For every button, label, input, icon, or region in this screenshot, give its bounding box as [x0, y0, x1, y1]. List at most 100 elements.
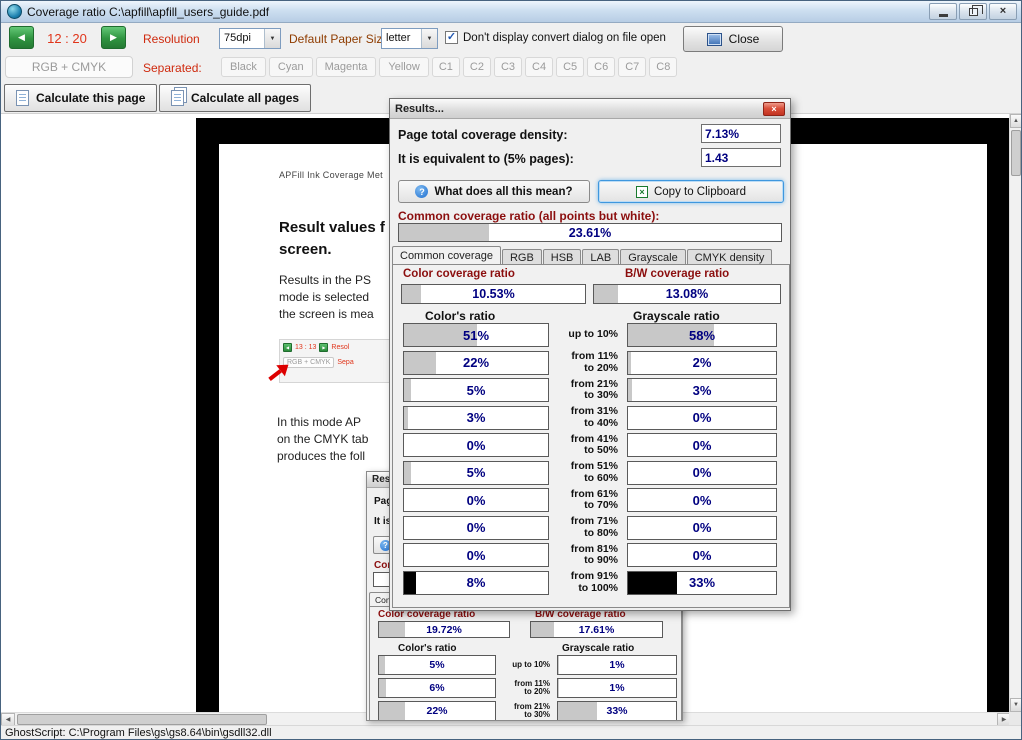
color-bar: 22%: [403, 351, 549, 375]
separated-label: Separated:: [143, 61, 202, 75]
mini-forward-icon: ▶: [319, 343, 328, 352]
copy-to-clipboard-button[interactable]: × Copy to Clipboard: [598, 180, 784, 203]
results-dialog-title: Results...: [395, 103, 763, 115]
down-arrow-icon: ▼: [1013, 702, 1019, 708]
bw-ratio-label: B/W coverage ratio: [625, 268, 729, 280]
ratio-row: 0% from 61%to 70% 0%: [403, 488, 789, 512]
tab-rgb[interactable]: RGB: [502, 249, 542, 264]
multiple-pages-icon: [171, 90, 184, 106]
calculate-all-pages-button[interactable]: Calculate all pages: [159, 84, 311, 112]
grayscale-bar: 58%: [627, 323, 777, 347]
grayscale-bar: 1%: [557, 678, 677, 698]
bg-grayscale-ratio-header: Grayscale ratio: [562, 643, 634, 654]
close-icon: ×: [1000, 6, 1006, 17]
channel-magenta-button[interactable]: Magenta: [316, 57, 377, 77]
ratio-row: 5% from 21%to 30% 3%: [403, 378, 789, 402]
minimize-button[interactable]: [929, 3, 957, 20]
vertical-scroll-thumb[interactable]: [1011, 130, 1021, 176]
help-button[interactable]: ? What does all this mean?: [398, 180, 590, 203]
channel-black-button[interactable]: Black: [221, 57, 266, 77]
range-label: from 11%to 20%: [549, 351, 623, 374]
density-value-field[interactable]: 7.13%: [701, 124, 781, 143]
window-controls: ×: [929, 3, 1017, 20]
tab-common-coverage[interactable]: Common coverage: [392, 246, 501, 264]
rgb-cmyk-mode-button[interactable]: RGB + CMYK: [5, 56, 133, 78]
maximize-button[interactable]: [959, 3, 987, 20]
color-bar: 51%: [403, 323, 549, 347]
spreadsheet-icon: ×: [636, 186, 648, 198]
ratio-rows: 51% up to 10% 58% 22% from 11%to 20% 2% …: [393, 323, 789, 598]
convert-dialog-checkbox-label[interactable]: Don't display convert dialog on file ope…: [463, 32, 666, 44]
channel-c5-button[interactable]: C5: [556, 57, 584, 77]
window-title: Coverage ratio C:\apfill\apfill_users_gu…: [27, 5, 929, 19]
common-coverage-bar: 23.61%: [398, 223, 782, 242]
ratio-row: 8% from 91%to 100% 33%: [403, 571, 789, 595]
tab-cmyk-density[interactable]: CMYK density: [687, 249, 773, 264]
ratio-row: 5% up to 10% 1%: [378, 655, 681, 675]
calculate-this-page-button[interactable]: Calculate this page: [4, 84, 157, 112]
horizontal-scroll-thumb[interactable]: [17, 714, 267, 725]
previous-page-button[interactable]: ◀: [9, 26, 34, 49]
mini-resolution-label: Resol: [331, 344, 349, 351]
scroll-down-button[interactable]: ▼: [1010, 698, 1022, 712]
next-page-button[interactable]: ▶: [101, 26, 126, 49]
channel-c1-button[interactable]: C1: [432, 57, 460, 77]
color-bar: 0%: [403, 488, 549, 512]
results-dialog[interactable]: Results... × Page total coverage density…: [389, 98, 791, 611]
common-coverage-label: Common coverage ratio (all points but wh…: [398, 209, 659, 223]
grayscale-bar: 0%: [627, 406, 777, 430]
channel-c2-button[interactable]: C2: [463, 57, 491, 77]
tab-grayscale[interactable]: Grayscale: [620, 249, 686, 264]
channel-cyan-button[interactable]: Cyan: [269, 57, 313, 77]
close-file-button[interactable]: Close: [683, 26, 783, 52]
page-black-band-left: [196, 118, 219, 712]
grayscale-bar: 0%: [627, 516, 777, 540]
vertical-scrollbar[interactable]: ▲ ▼: [1009, 114, 1021, 712]
ratio-row: 6% from 11%to 20% 1%: [378, 678, 681, 698]
channel-c4-button[interactable]: C4: [525, 57, 553, 77]
color-bar: 3%: [403, 406, 549, 430]
tab-lab[interactable]: LAB: [582, 249, 619, 264]
color-ratio-label: Color coverage ratio: [403, 268, 515, 280]
results-tab-strip: Common coverage RGB HSB LAB Grayscale CM…: [392, 246, 773, 264]
scroll-up-button[interactable]: ▲: [1010, 114, 1022, 128]
grayscale-bar: 0%: [627, 461, 777, 485]
results-dialog-close-button[interactable]: ×: [763, 102, 785, 116]
calculate-all-label: Calculate all pages: [191, 91, 299, 105]
tab-hsb[interactable]: HSB: [543, 249, 582, 264]
ratio-row: 51% up to 10% 58%: [403, 323, 789, 347]
channel-yellow-button[interactable]: Yellow: [379, 57, 428, 77]
range-label: from 21%to 30%: [496, 703, 554, 720]
channel-c6-button[interactable]: C6: [587, 57, 615, 77]
grayscale-bar: 0%: [627, 543, 777, 567]
calculate-page-label: Calculate this page: [36, 91, 145, 105]
color-bar: 0%: [403, 433, 549, 457]
color-bar: 6%: [378, 678, 496, 698]
channel-c3-button[interactable]: C3: [494, 57, 522, 77]
color-bar: 22%: [378, 701, 496, 721]
results-dialog-title-bar[interactable]: Results... ×: [390, 99, 790, 119]
equivalent-value-field[interactable]: 1.43: [701, 148, 781, 167]
paper-size-select[interactable]: letter ▼: [381, 28, 438, 49]
ratio-row: 3% from 31%to 40% 0%: [403, 406, 789, 430]
single-page-icon: [16, 90, 29, 106]
copy-button-label: Copy to Clipboard: [654, 186, 746, 198]
chevron-down-icon[interactable]: ▼: [421, 29, 437, 48]
pdf-paragraph-1: Results in the PS mode is selected the s…: [279, 272, 374, 323]
channel-c7-button[interactable]: C7: [618, 57, 646, 77]
status-bar: GhostScript: C:\Program Files\gs\gs8.64\…: [1, 725, 1021, 740]
range-label: up to 10%: [496, 661, 554, 670]
chevron-down-icon[interactable]: ▼: [264, 29, 280, 48]
grayscale-bar: 33%: [557, 701, 677, 721]
resolution-value: 75dpi: [220, 29, 264, 48]
color-bar: 5%: [378, 655, 496, 675]
convert-dialog-checkbox[interactable]: ✓: [445, 31, 458, 44]
close-window-button[interactable]: ×: [989, 3, 1017, 20]
range-label: from 81%to 90%: [549, 544, 623, 567]
title-bar[interactable]: Coverage ratio C:\apfill\apfill_users_gu…: [1, 1, 1021, 23]
channel-buttons: Black Cyan Magenta Yellow C1 C2 C3 C4 C5…: [221, 57, 677, 77]
channel-c8-button[interactable]: C8: [649, 57, 677, 77]
range-label: from 31%to 40%: [549, 406, 623, 429]
resolution-select[interactable]: 75dpi ▼: [219, 28, 281, 49]
paper-size-value: letter: [382, 29, 421, 48]
